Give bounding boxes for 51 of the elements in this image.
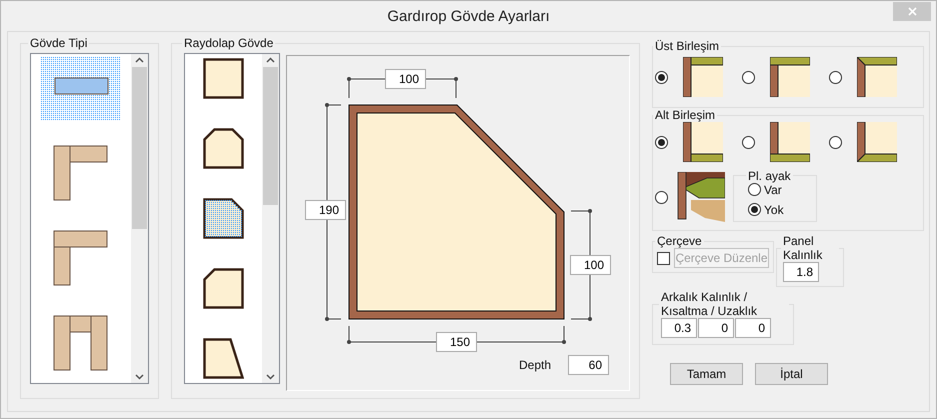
close-icon bbox=[908, 7, 916, 16]
depth-label: Depth bbox=[519, 358, 552, 372]
radio-button[interactable] bbox=[829, 136, 842, 148]
scrollbar[interactable] bbox=[262, 54, 279, 383]
group-label: Arkalık Kalınlık / Kısaltma / Uzaklık bbox=[660, 290, 758, 318]
panel-thickness-field[interactable]: 1.8 bbox=[783, 262, 819, 282]
ok-button[interactable]: Tamam bbox=[670, 363, 743, 385]
group-label: Raydolap Gövde bbox=[183, 36, 274, 50]
value-field[interactable]: 0 bbox=[735, 318, 771, 338]
scrollbar[interactable] bbox=[131, 54, 148, 383]
window-title: Gardırop Gövde Ayarları bbox=[387, 8, 550, 24]
joint-icon bbox=[683, 122, 723, 162]
joint-icon bbox=[857, 57, 897, 97]
radio-button[interactable] bbox=[742, 70, 755, 84]
width-bottom-field[interactable]: 150 bbox=[436, 332, 477, 352]
body-type-icon[interactable] bbox=[41, 57, 121, 121]
value-field[interactable]: 0.3 bbox=[661, 318, 697, 338]
group-label: Gövde Tipi bbox=[29, 36, 88, 50]
joint-icon bbox=[857, 122, 897, 162]
body-shape-icon[interactable] bbox=[203, 198, 244, 239]
joint-icon bbox=[770, 57, 810, 97]
group-label: Panel Kalınlık bbox=[782, 234, 824, 262]
checkbox[interactable] bbox=[657, 252, 670, 264]
scroll-down-icon[interactable] bbox=[266, 374, 275, 380]
width-top-field[interactable]: 100 bbox=[385, 69, 426, 89]
height-right-field[interactable]: 100 bbox=[570, 255, 611, 275]
value-field[interactable]: 0 bbox=[698, 318, 734, 338]
depth-field[interactable]: 60 bbox=[568, 355, 609, 375]
group-label: Üst Birleşim bbox=[654, 39, 720, 53]
radio-option[interactable]: Yok bbox=[748, 202, 816, 216]
body-shape-icon[interactable] bbox=[203, 128, 244, 169]
radio-option[interactable]: Var bbox=[748, 182, 816, 196]
body-shape-icon[interactable] bbox=[203, 268, 244, 309]
radio-button[interactable] bbox=[655, 70, 668, 84]
group-label: Çerçeve bbox=[656, 234, 703, 248]
joint-icon bbox=[770, 122, 810, 162]
body-shape-icon[interactable] bbox=[203, 338, 244, 379]
group-label: Pl. ayak bbox=[747, 168, 792, 182]
body-shape-icon[interactable] bbox=[203, 58, 244, 99]
radio-button[interactable] bbox=[829, 70, 842, 84]
scroll-up-icon[interactable] bbox=[266, 57, 275, 63]
scroll-up-icon[interactable] bbox=[135, 57, 144, 63]
radio-button[interactable] bbox=[742, 136, 755, 148]
scroll-down-icon[interactable] bbox=[135, 374, 144, 380]
joint-icon bbox=[683, 57, 723, 97]
cancel-button[interactable]: İptal bbox=[755, 363, 828, 385]
group-label: Alt Birleşim bbox=[654, 108, 716, 122]
height-left-field[interactable]: 190 bbox=[305, 200, 346, 220]
plinth-drawing bbox=[677, 172, 725, 222]
radio-button[interactable] bbox=[655, 136, 668, 148]
radio-button[interactable] bbox=[655, 190, 668, 204]
